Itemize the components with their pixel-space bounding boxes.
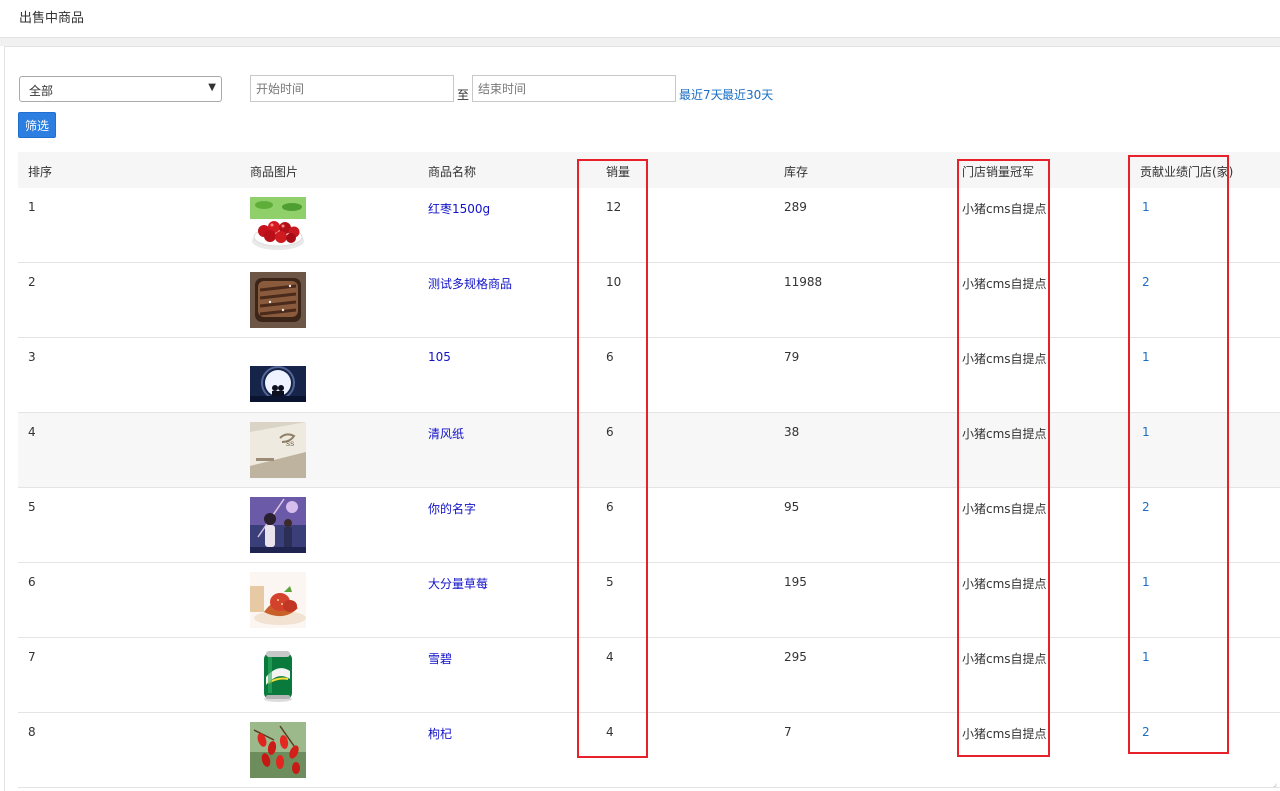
product-name-link[interactable]: 红枣1500g [428,200,490,217]
start-date-input[interactable] [250,75,454,102]
header-image: 商品图片 [250,165,299,179]
stock-cell: 79 [784,350,800,364]
champion-store-cell: 小猪cms自提点 [962,577,1047,591]
end-date-input[interactable] [472,75,676,102]
champion-store-cell: 小猪cms自提点 [962,502,1047,516]
product-name-link[interactable]: 枸杞 [428,725,452,742]
header-stock: 库存 [784,165,809,179]
page-title: 出售中商品 [19,11,85,26]
stock-cell: 95 [784,500,800,514]
store-select-value: 全部 [29,84,54,98]
sales-cell: 6 [606,500,614,514]
product-name-link[interactable]: 雪碧 [428,650,452,667]
rank-cell: 3 [28,350,36,364]
stock-cell: 289 [784,200,807,214]
contributing-stores-link[interactable]: 1 [1142,575,1150,589]
champion-store-cell: 小猪cms自提点 [962,652,1047,666]
table-row: 2 测试多规格商品 10 11988 小猪cms自提点 2 [18,263,1280,338]
rank-cell: 5 [28,500,36,514]
contributing-stores-link[interactable]: 1 [1142,200,1150,214]
sales-cell: 12 [606,200,622,214]
contributing-stores-link[interactable]: 2 [1142,500,1150,514]
strawberry-cake-photo-icon[interactable] [250,572,306,628]
header-rank: 排序 [28,165,53,179]
table-row: 1 红枣1500g 12 289 小猪cms自提点 1 [18,188,1280,263]
rank-cell: 4 [28,425,36,439]
gutter [0,38,1280,46]
moonlight-silhouette-photo-icon[interactable] [250,347,306,403]
stock-cell: 7 [784,725,792,739]
sales-cell: 4 [606,725,614,739]
champion-store-cell: 小猪cms自提点 [962,352,1047,366]
svg-text:ss: ss [286,439,294,448]
stock-cell: 11988 [784,275,823,289]
goji-berries-photo-icon[interactable] [250,722,306,778]
table-header: 排序 商品图片 商品名称 销量 库存 门店销量冠军 贡献业绩门店(家) [18,152,1280,189]
store-select[interactable]: 全部 ▼ [19,76,222,102]
header-contributing-stores: 贡献业绩门店(家) [1140,165,1234,179]
rank-cell: 6 [28,575,36,589]
resize-handle-icon: ⌟ [1272,779,1277,789]
contributing-stores-link[interactable]: 2 [1142,725,1150,739]
red-dates-photo-icon[interactable] [250,197,306,253]
table-row: 8 枸杞 4 7 小猪cms自提点 2 [18,713,1280,788]
last-30-days-link[interactable]: 最近30天 [722,86,773,103]
contributing-stores-link[interactable]: 2 [1142,275,1150,289]
header-name: 商品名称 [428,165,477,179]
rank-cell: 8 [28,725,36,739]
table-row: 6 大分量草莓 5 195 小猪cms自提点 1 [18,563,1280,638]
sales-cell: 5 [606,575,614,589]
table-row: 3 105 6 79 小猪cms自提点 1 [18,338,1280,413]
table-row: 4 ss 清风纸 6 38 小猪cms自提点 1 [18,413,1280,488]
filter-button[interactable]: 筛选 [18,112,56,138]
product-name-link[interactable]: 你的名字 [428,500,476,517]
champion-store-cell: 小猪cms自提点 [962,277,1047,291]
caret-down-icon: ▼ [208,82,216,93]
sales-cell: 6 [606,425,614,439]
grilled-steak-photo-icon[interactable] [250,272,306,328]
rank-cell: 1 [28,200,36,214]
stock-cell: 295 [784,650,807,664]
champion-store-cell: 小猪cms自提点 [962,727,1047,741]
contributing-stores-link[interactable]: 1 [1142,650,1150,664]
sales-cell: 6 [606,350,614,364]
stock-cell: 195 [784,575,807,589]
product-name-link[interactable]: 测试多规格商品 [428,275,512,292]
product-name-link[interactable]: 大分量草莓 [428,575,488,592]
sprite-can-photo-icon[interactable] [250,647,306,703]
tissue-package-photo-icon[interactable]: ss [250,422,306,478]
table-row: 5 你的名字 6 95 小猪cms自提点 2 [18,488,1280,563]
champion-store-cell: 小猪cms自提点 [962,202,1047,216]
rank-cell: 7 [28,650,36,664]
champion-store-cell: 小猪cms自提点 [962,427,1047,441]
product-name-link[interactable]: 清风纸 [428,425,464,442]
table-row: 7 雪碧 4 295 小猪cms自提点 1 [18,638,1280,713]
rank-cell: 2 [28,275,36,289]
top-bar: 出售中商品 [0,0,1280,38]
header-champion-store: 门店销量冠军 [962,165,1035,179]
product-name-link[interactable]: 105 [428,350,451,364]
anime-poster-photo-icon[interactable] [250,497,306,553]
contributing-stores-link[interactable]: 1 [1142,350,1150,364]
stock-cell: 38 [784,425,800,439]
header-sales: 销量 [606,165,631,179]
sales-cell: 10 [606,275,622,289]
sales-cell: 4 [606,650,614,664]
contributing-stores-link[interactable]: 1 [1142,425,1150,439]
to-label: 至 [457,88,470,102]
last-7-days-link[interactable]: 最近7天 [679,86,723,103]
